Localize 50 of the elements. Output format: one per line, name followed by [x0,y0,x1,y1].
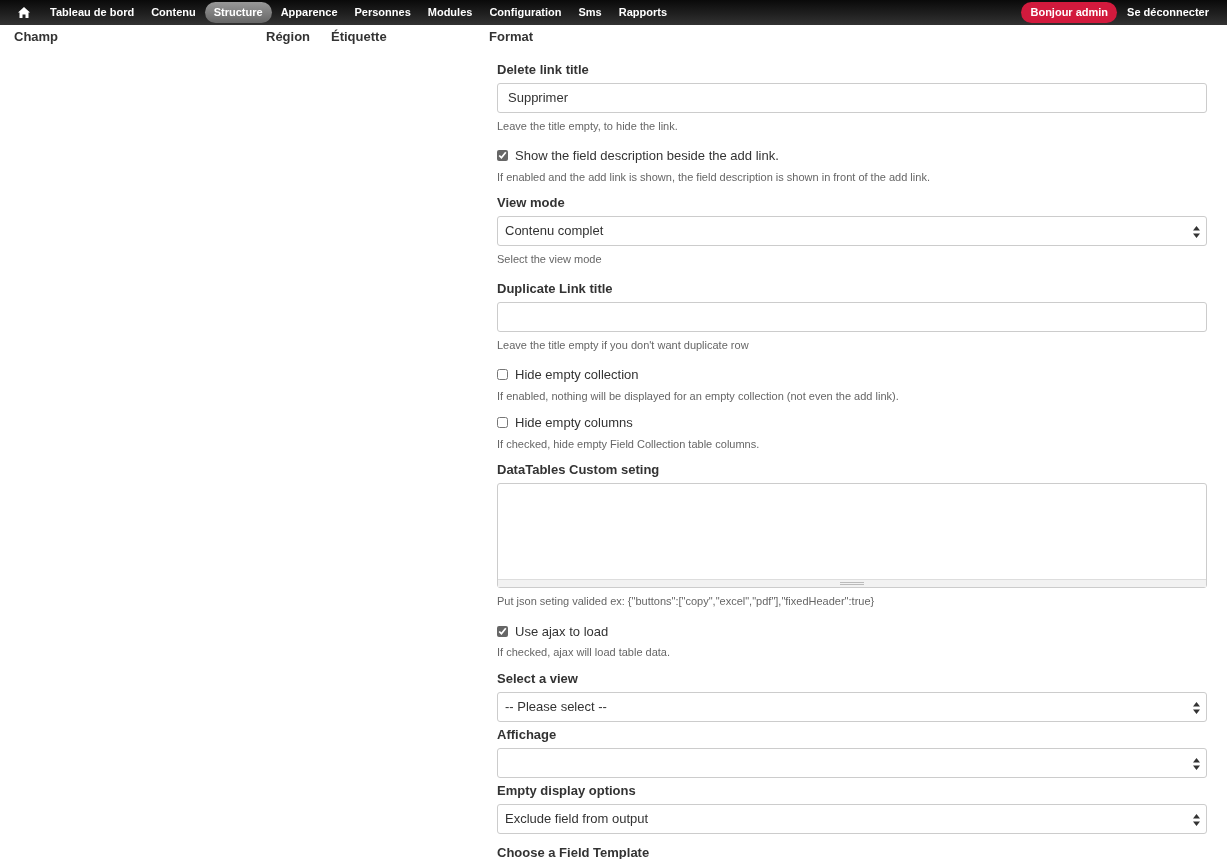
select-arrows-icon [1193,757,1200,770]
toolbar-menu-item[interactable]: Personnes [346,2,419,23]
field-description: If checked, ajax will load table data. [497,645,672,660]
home-icon[interactable] [18,7,30,18]
checkbox-label: Hide empty collection [515,366,639,384]
field-label: Select a view [497,669,579,687]
column-header: Format [489,28,534,46]
toolbar-menu-item[interactable]: Tableau de bord [42,2,143,23]
field-description: If checked, hide empty Field Collection table columns. [497,436,761,452]
checkbox[interactable] [497,369,508,381]
select-dropdown[interactable]: Contenu complet [497,216,1207,246]
field-label: Delete link title [497,60,590,78]
field-label: Affichage [497,725,558,743]
field-description: Put json seting valided ex: {"buttons":["copy","excel","pdf"],"fixedHeader":true} [497,594,876,609]
toolbar-menu-item[interactable]: Modules [419,2,481,23]
column-header: Région [266,28,312,46]
select-arrows-icon [1193,813,1200,826]
toolbar-menu-item[interactable]: Sms [570,2,610,23]
toolbar-menu-item[interactable]: Structure [204,2,272,23]
checkbox-label: Use ajax to load [515,622,609,641]
checkbox[interactable] [497,150,508,162]
field-label: DataTables Custom seting [497,461,661,478]
select-arrows-icon [1193,226,1200,238]
field-description: Select the view mode [497,252,603,267]
toolbar-menu-item[interactable]: Configuration [481,2,570,23]
field-description: If enabled and the add link is shown, the field description is shown in front of the add link. [497,169,931,185]
field-label: View mode [497,194,566,211]
text-field[interactable]: Supprimer [497,82,1207,113]
checkbox-label: Show the field description beside the add link. [515,147,779,165]
field-label: Empty display options [497,781,637,799]
field-description: Leave the title empty, to hide the link. [497,118,679,134]
checkbox-label: Hide empty columns [515,414,633,432]
toolbar-menu-item[interactable]: Apparence [272,2,346,23]
select-dropdown[interactable]: Exclude field from output [497,803,1207,834]
greeting-badge[interactable]: Bonjour admin [1021,2,1118,23]
resize-grip-icon[interactable] [840,582,864,585]
checkbox[interactable] [497,417,508,429]
select-dropdown[interactable]: -- Please select -- [497,691,1207,722]
column-header: Champ [14,28,60,46]
toolbar-menu-item[interactable]: Contenu [143,2,204,23]
field-label: Choose a Field Template [497,843,651,859]
field-label: Duplicate Link title [497,279,614,297]
field-description: Leave the title empty if you don't want duplicate row [497,337,750,353]
checkbox[interactable] [497,625,508,637]
logout-link[interactable]: Se déconnecter [1127,4,1209,21]
text-field[interactable] [497,301,1207,332]
column-header: Étiquette [331,28,388,46]
select-arrows-icon [1193,701,1200,714]
field-description: If enabled, nothing will be displayed for an empty collection (not even the add link). [497,388,900,404]
toolbar-menu-item[interactable]: Rapports [610,2,676,23]
